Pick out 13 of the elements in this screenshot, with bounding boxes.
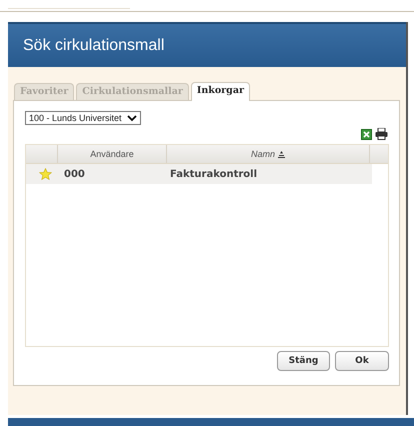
table-cell-text: Fakturakontroll [169, 168, 258, 180]
table-cell-text: 000 [63, 168, 86, 180]
unit-dropdown[interactable]: 100 - Lunds Universitet [25, 111, 141, 125]
column-header[interactable]: Användare [58, 145, 167, 163]
dialog-button[interactable]: Stäng [277, 351, 330, 371]
spreadsheet-icon[interactable] [361, 128, 372, 140]
column-header[interactable]: Namn [167, 145, 370, 163]
table-row[interactable]: 000 Fakturakontroll [26, 164, 372, 184]
print-icon[interactable] [375, 128, 388, 140]
chevron-icon [126, 114, 137, 122]
dialog-title: Sök cirkulationsmall [23, 36, 164, 54]
tab[interactable]: Inkorgar [190, 82, 250, 101]
dialog-button[interactable]: Ok [335, 351, 389, 371]
